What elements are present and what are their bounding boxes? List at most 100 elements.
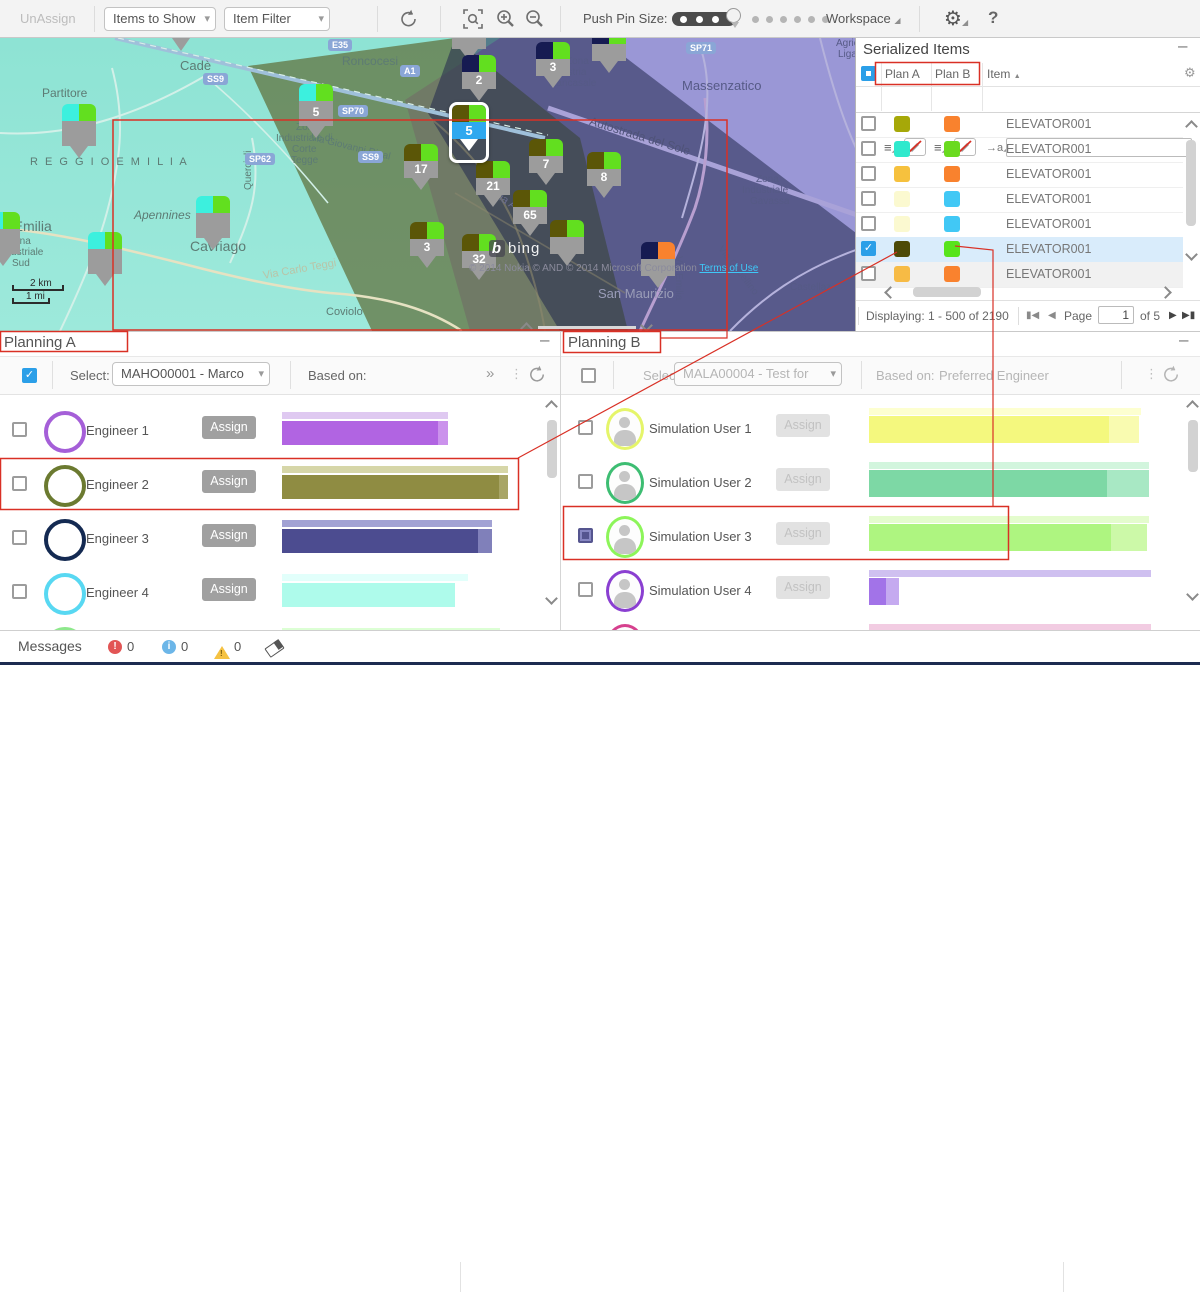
scroll-down-icon[interactable] <box>1186 588 1199 601</box>
zoom-in-icon[interactable] <box>495 8 517 35</box>
push-pin-selected[interactable]: 5 <box>449 102 489 163</box>
table-row[interactable]: ELEVATOR001 <box>856 187 1183 213</box>
row-checkbox[interactable] <box>12 584 27 599</box>
slider-filled-dot[interactable] <box>680 16 687 23</box>
assign-button[interactable]: Assign <box>776 468 830 491</box>
row-checkbox[interactable] <box>861 141 876 156</box>
refresh-icon[interactable] <box>1161 364 1182 390</box>
table-row[interactable]: ELEVATOR001 <box>856 262 1183 288</box>
select-all-checkbox[interactable] <box>581 368 596 383</box>
row-checkbox[interactable] <box>578 582 593 597</box>
push-pin[interactable] <box>88 232 122 295</box>
push-pin[interactable]: 5 <box>299 84 333 147</box>
planning-row[interactable]: Simulation User 1Assign <box>561 401 1185 456</box>
slider-thumb[interactable] <box>726 8 741 23</box>
row-checkbox[interactable] <box>578 420 593 435</box>
map-canvas[interactable]: CadèPartitoreR E G G I O E M I L I AApen… <box>0 38 856 331</box>
row-checkbox[interactable] <box>578 528 593 543</box>
last-page-icon[interactable]: ▶▮ <box>1182 310 1195 321</box>
slider-empty-dot[interactable] <box>780 16 787 23</box>
col-plan-a[interactable]: Plan A <box>885 67 920 81</box>
planning-row[interactable]: Simulation User 2Assign <box>561 455 1185 510</box>
push-pin[interactable]: 3 <box>536 42 570 97</box>
more-options-icon[interactable]: » <box>486 365 494 382</box>
slider-empty-dot[interactable] <box>794 16 801 23</box>
clear-messages-icon[interactable] <box>264 639 284 658</box>
scroll-up-icon[interactable] <box>545 400 558 413</box>
minimize-icon[interactable]: – <box>1178 39 1187 53</box>
page-number-input[interactable] <box>1098 306 1134 324</box>
minimize-icon[interactable]: – <box>1179 333 1188 347</box>
planning-row[interactable]: Engineer 4Assign <box>0 565 545 620</box>
row-checkbox[interactable] <box>861 266 876 281</box>
assign-button[interactable]: Assign <box>202 524 256 547</box>
row-checkbox[interactable] <box>861 191 876 206</box>
slider-filled-dot[interactable] <box>712 16 719 23</box>
assign-button[interactable]: Assign <box>202 578 256 601</box>
help-icon[interactable]: ? <box>988 8 998 28</box>
push-pin[interactable] <box>62 104 96 167</box>
table-row[interactable]: ELEVATOR001 <box>856 137 1183 163</box>
prev-page-icon[interactable]: ◀ <box>1048 310 1056 321</box>
assign-button[interactable]: Assign <box>202 470 256 493</box>
scroll-down-icon[interactable] <box>1185 248 1198 261</box>
scroll-up-icon[interactable] <box>1186 400 1199 413</box>
assign-button[interactable]: Assign <box>776 576 830 599</box>
push-pin[interactable]: 17 <box>404 144 438 199</box>
zoom-out-icon[interactable] <box>524 8 546 35</box>
vertical-scrollbar[interactable] <box>1188 420 1198 472</box>
slider-empty-dot[interactable] <box>752 16 759 23</box>
row-checkbox[interactable] <box>861 216 876 231</box>
push-pin-tip[interactable] <box>172 38 190 60</box>
items-to-show-dropdown[interactable]: Items to Show▾ <box>104 7 216 31</box>
assign-button[interactable]: Assign <box>776 522 830 545</box>
scroll-up-icon[interactable] <box>1185 120 1198 133</box>
row-checkbox[interactable] <box>12 530 27 545</box>
push-pin[interactable]: 8 <box>587 152 621 207</box>
scroll-left-icon[interactable] <box>884 286 897 299</box>
settings-gear-icon[interactable]: ⚙◢ <box>944 6 968 31</box>
minimize-icon[interactable]: – <box>540 333 549 347</box>
planning-row[interactable]: Assign <box>0 619 545 630</box>
error-icon[interactable]: ! <box>108 640 122 654</box>
warning-icon[interactable]: ! <box>214 638 230 659</box>
planning-row[interactable]: Simulation User 3Assign <box>561 509 1185 564</box>
select-all-checkbox[interactable] <box>861 66 876 81</box>
next-page-icon[interactable]: ▶ <box>1169 310 1177 321</box>
workspace-menu[interactable]: Workspace ◢ <box>826 11 901 26</box>
planner-select-dropdown[interactable]: MALA00004 - Test for de▾ <box>674 362 842 386</box>
slider-empty-dot[interactable] <box>766 16 773 23</box>
scroll-down-icon[interactable] <box>545 592 558 605</box>
push-pin[interactable]: 21 <box>476 161 510 216</box>
row-checkbox[interactable] <box>578 474 593 489</box>
planning-row[interactable]: Engineer 3Assign <box>0 511 545 566</box>
row-checkbox[interactable]: ✓ <box>861 241 876 256</box>
planner-select-dropdown[interactable]: MAHO00001 - Marco Ho▾ <box>112 362 270 386</box>
push-pin[interactable]: 65 <box>513 190 547 245</box>
push-pin[interactable]: 3 <box>410 222 444 277</box>
planning-row[interactable]: Simulation User 5Assign <box>561 617 1185 630</box>
assign-button[interactable]: Assign <box>776 414 830 437</box>
row-checkbox[interactable] <box>861 166 876 181</box>
table-row[interactable]: ELEVATOR001 <box>856 162 1183 188</box>
grid-settings-gear-icon[interactable]: ⚙ <box>1184 65 1196 81</box>
planning-row[interactable]: Engineer 2Assign <box>0 457 545 512</box>
table-row[interactable]: ELEVATOR001 <box>856 112 1183 138</box>
row-checkbox[interactable] <box>12 422 27 437</box>
info-icon[interactable]: i <box>162 640 176 654</box>
slider-empty-dot[interactable] <box>808 16 815 23</box>
zoom-selection-icon[interactable] <box>462 8 484 35</box>
push-pin[interactable]: 7 <box>529 139 563 194</box>
assign-button[interactable]: Assign <box>202 416 256 439</box>
refresh-icon[interactable] <box>398 8 420 35</box>
row-checkbox[interactable] <box>12 476 27 491</box>
push-pin[interactable] <box>592 38 626 82</box>
push-pin[interactable] <box>196 196 230 259</box>
row-checkbox[interactable] <box>861 116 876 131</box>
item-filter-dropdown[interactable]: Item Filter▾ <box>224 7 330 31</box>
vertical-scrollbar[interactable] <box>1186 140 1196 226</box>
table-row[interactable]: ELEVATOR001 <box>856 212 1183 238</box>
vertical-scrollbar[interactable] <box>547 420 557 478</box>
refresh-icon[interactable] <box>527 364 548 390</box>
horizontal-scrollbar[interactable] <box>913 287 981 297</box>
